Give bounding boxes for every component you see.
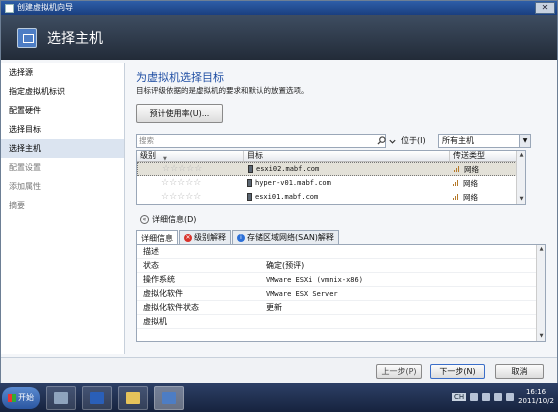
- flag-icon[interactable]: [482, 393, 491, 401]
- section-description: 目标评级依据的是虚拟机的要求和默认的放置选项。: [136, 86, 309, 95]
- server-manager-icon: [54, 391, 68, 404]
- property-row: 状态 确定(预评): [137, 259, 545, 273]
- app-icon: [5, 3, 14, 13]
- position-label: 位于(I): [401, 136, 426, 145]
- search-icon[interactable]: [377, 136, 386, 145]
- transfer-type: 网络: [463, 178, 478, 188]
- taskbar-powershell[interactable]: [82, 385, 112, 410]
- chevron-down-icon[interactable]: [388, 136, 397, 146]
- hosts-scrollbar[interactable]: ▲ ▼: [516, 151, 525, 204]
- column-rating[interactable]: 级别 ▼: [137, 151, 244, 162]
- cancel-button[interactable]: 取消: [495, 364, 544, 379]
- wizard-header: 选择主机: [1, 15, 557, 60]
- position-select[interactable]: 所有主机 ▼: [438, 134, 531, 148]
- nav-item-summary: 摘要: [9, 201, 25, 210]
- tab-details[interactable]: 详细信息: [136, 230, 178, 245]
- chevron-down-icon: ▼: [519, 135, 530, 147]
- scroll-down-icon[interactable]: ▼: [518, 196, 525, 203]
- help-icon[interactable]: [470, 393, 479, 401]
- vmm-console-icon: [162, 391, 176, 404]
- properties-grid: 描述 状态 确定(预评) 操作系统 VMware ESXi (vmnix-x86) …: [136, 244, 546, 342]
- clock[interactable]: 16:16 2011/10/2: [518, 388, 554, 406]
- column-target[interactable]: 目标: [244, 151, 450, 161]
- nav-item-configure-hardware[interactable]: 配置硬件: [1, 101, 124, 120]
- server-icon: [247, 193, 252, 201]
- star-rating: ☆☆☆☆☆: [162, 164, 203, 174]
- chevron-collapse-icon: «: [140, 215, 149, 224]
- windows-logo-icon: [8, 393, 16, 402]
- tab-rating-explanation[interactable]: ✕ 级别解释: [179, 230, 231, 244]
- property-row: 虚拟化软件状态 更新: [137, 301, 545, 315]
- ime-indicator[interactable]: CH: [451, 393, 467, 401]
- nav-item-select-host[interactable]: 选择主机: [1, 139, 124, 158]
- scroll-up-icon[interactable]: ▲: [518, 152, 525, 159]
- host-name: esxi02.mabf.com: [256, 165, 320, 173]
- table-row[interactable]: ☆☆☆☆☆ hyper-v01.mabf.com 网络: [137, 176, 525, 190]
- sort-desc-icon: ▼: [163, 156, 167, 162]
- window-title: 创建虚拟机向导: [17, 3, 73, 12]
- nav-item-add-properties: 添加属性: [9, 182, 41, 191]
- nav-item-configure-settings: 配置设置: [9, 163, 41, 172]
- network-transfer-icon: [453, 180, 460, 186]
- search-row: 搜索 位于(I) 所有主机 ▼: [136, 134, 554, 148]
- tab-san-explanation[interactable]: i 存储区域网络(SAN)解释: [232, 230, 339, 244]
- network-transfer-icon: [454, 166, 461, 172]
- position-select-value: 所有主机: [442, 136, 474, 145]
- info-icon: i: [237, 233, 245, 242]
- section-title: 为虚拟机选择目标: [136, 71, 224, 84]
- scroll-down-icon[interactable]: ▼: [538, 333, 545, 340]
- property-row: 操作系统 VMware ESXi (vmnix-x86): [137, 273, 545, 287]
- wizard-nav: 选择源 指定虚拟机标识 配置硬件 选择目标 选择主机 配置设置 添加属性 摘要: [1, 63, 125, 354]
- wizard-window: 创建虚拟机向导 ✕ 选择主机 选择源 指定虚拟机标识 配置硬件 选择目标 选择主…: [0, 0, 558, 383]
- property-row: 虚拟化软件 VMware ESX Server: [137, 287, 545, 301]
- estimate-usage-button[interactable]: 预计使用率(U)...: [136, 104, 223, 123]
- previous-button[interactable]: 上一步(P): [376, 364, 422, 379]
- taskbar-server-manager[interactable]: [46, 385, 76, 410]
- property-row: 描述: [137, 245, 545, 259]
- main-panel: 为虚拟机选择目标 目标评级依据的是虚拟机的要求和默认的放置选项。 预计使用率(U…: [127, 63, 555, 354]
- table-row[interactable]: ☆☆☆☆☆ esxi01.mabf.com 网络: [137, 190, 525, 204]
- title-bar: 创建虚拟机向导 ✕: [1, 1, 557, 15]
- network-transfer-icon: [453, 194, 460, 200]
- star-rating: ☆☆☆☆☆: [161, 178, 202, 188]
- nav-item-select-source[interactable]: 选择源: [1, 63, 124, 82]
- property-row: 虚拟机: [137, 315, 545, 329]
- error-icon: ✕: [184, 233, 192, 242]
- close-button[interactable]: ✕: [535, 2, 555, 14]
- details-tabs: 详细信息 ✕ 级别解释 i 存储区域网络(SAN)解释: [136, 230, 340, 245]
- details-toggle-label: 详细信息(D): [152, 215, 197, 224]
- host-name: hyper-v01.mabf.com: [255, 179, 331, 187]
- system-tray: CH 16:16 2011/10/2: [451, 386, 554, 408]
- details-toggle[interactable]: « 详细信息(D): [140, 214, 196, 225]
- volume-icon[interactable]: [506, 393, 515, 401]
- search-input[interactable]: 搜索: [136, 134, 386, 148]
- powershell-icon: [90, 391, 104, 404]
- hosts-table: 级别 ▼ 目标 传送类型 ☆☆☆☆☆ esxi02.mabf.com 网络 ☆☆…: [136, 150, 526, 205]
- wizard-footer: 上一步(P) 下一步(N) 取消: [1, 357, 557, 383]
- taskbar: 开始 CH 16:16 2011/10/2: [0, 383, 558, 412]
- scroll-up-icon[interactable]: ▲: [538, 246, 545, 253]
- taskbar-vmm-console[interactable]: [154, 385, 184, 410]
- table-row[interactable]: ☆☆☆☆☆ esxi02.mabf.com 网络: [137, 162, 525, 176]
- taskbar-explorer[interactable]: [118, 385, 148, 410]
- transfer-type: 网络: [463, 192, 478, 202]
- properties-scrollbar[interactable]: ▲ ▼: [536, 245, 545, 341]
- host-wizard-icon: [17, 27, 37, 48]
- star-rating: ☆☆☆☆☆: [161, 192, 202, 202]
- page-title: 选择主机: [47, 30, 103, 47]
- next-button[interactable]: 下一步(N): [430, 364, 485, 379]
- start-button[interactable]: 开始: [2, 386, 40, 409]
- column-transfer-type[interactable]: 传送类型: [450, 151, 525, 161]
- folder-icon: [126, 391, 140, 404]
- nav-item-select-destination[interactable]: 选择目标: [1, 120, 124, 139]
- host-name: esxi01.mabf.com: [255, 193, 319, 201]
- network-icon[interactable]: [494, 393, 503, 401]
- nav-item-vm-identity[interactable]: 指定虚拟机标识: [1, 82, 124, 101]
- server-icon: [247, 179, 252, 187]
- hosts-table-header: 级别 ▼ 目标 传送类型: [137, 151, 525, 162]
- server-icon: [248, 165, 253, 173]
- transfer-type: 网络: [464, 164, 479, 174]
